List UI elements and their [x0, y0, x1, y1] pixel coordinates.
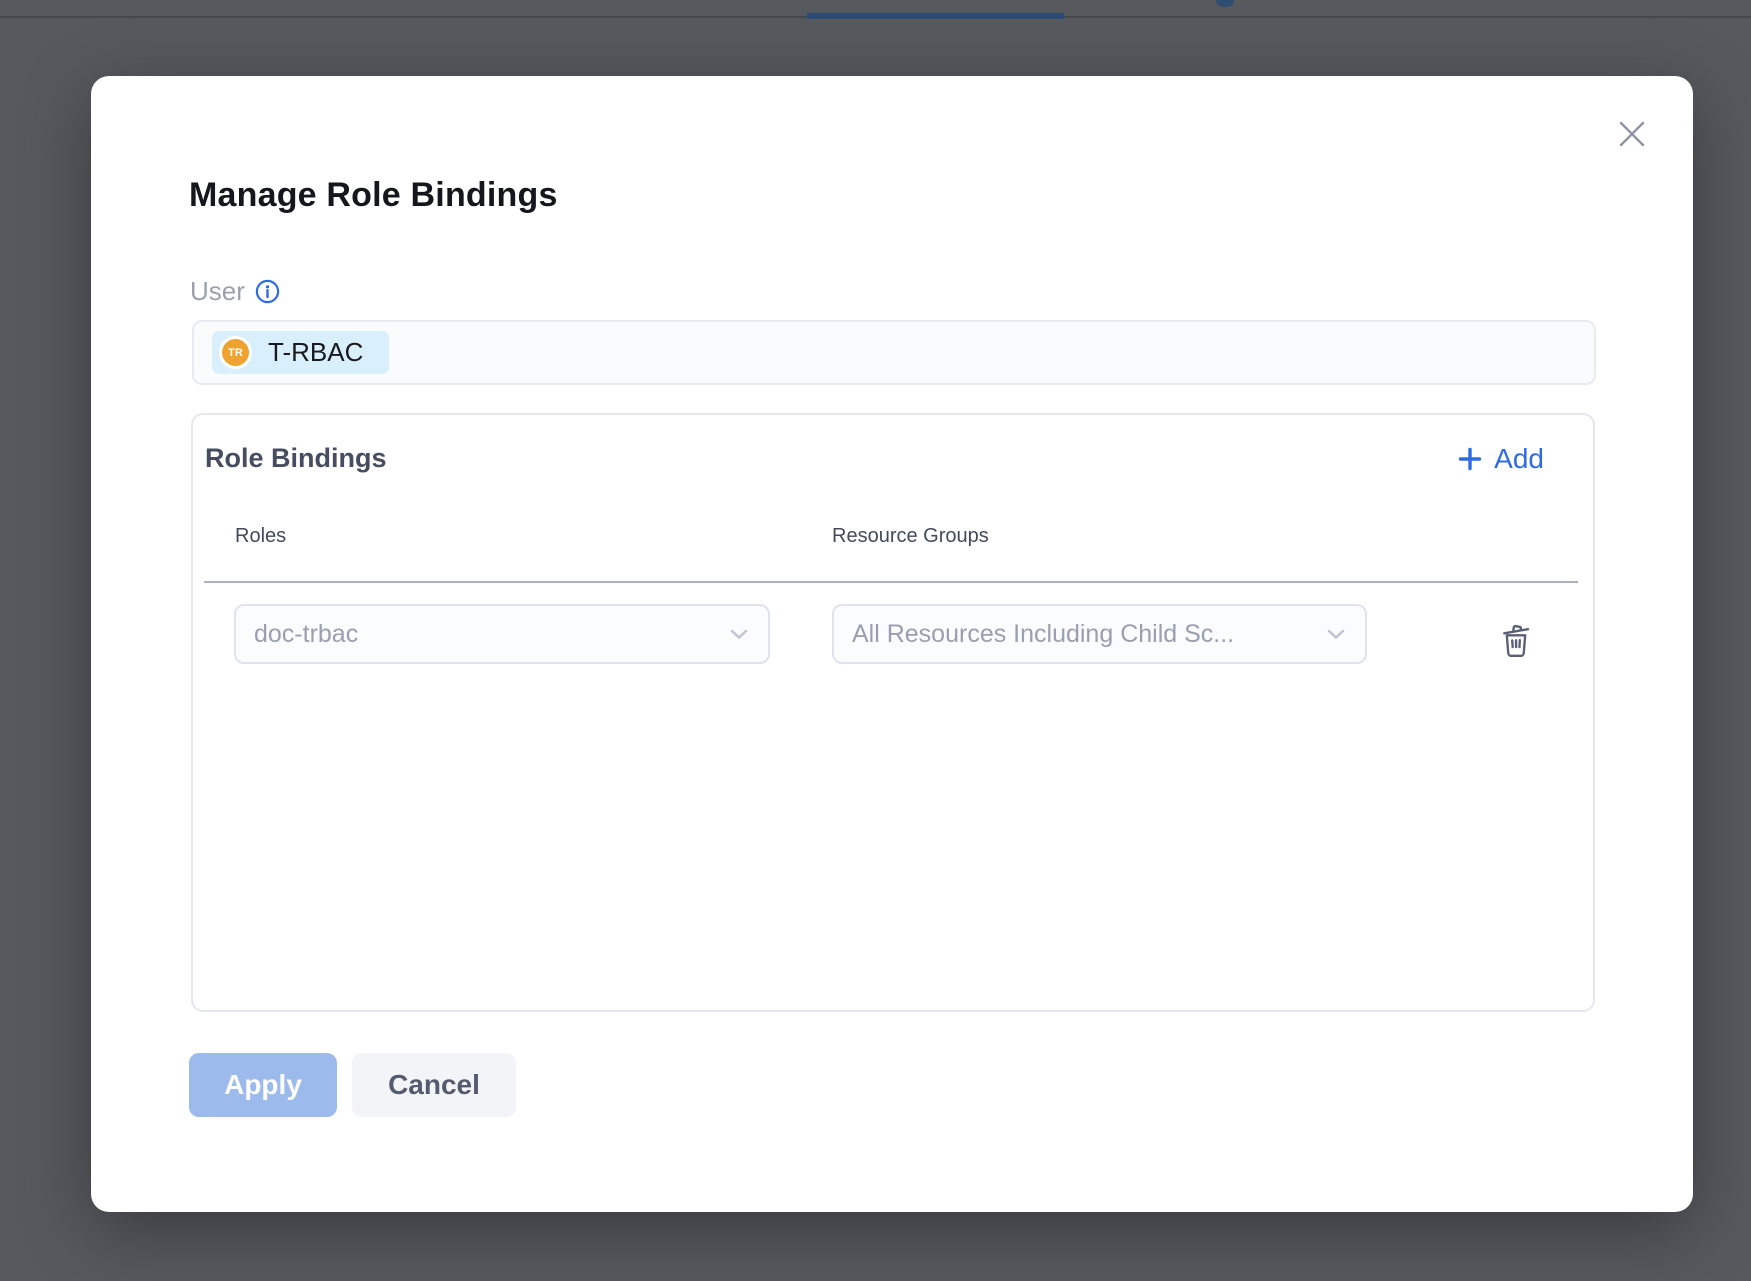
plus-icon	[1457, 446, 1483, 472]
role-bindings-panel: Role Bindings Add Roles Resource Groups …	[191, 413, 1595, 1012]
apply-button[interactable]: Apply	[189, 1053, 337, 1117]
user-tag-label: T-RBAC	[268, 337, 363, 368]
header-divider	[204, 581, 1578, 583]
role-select-value: doc-trbac	[254, 620, 716, 649]
add-button-label: Add	[1494, 443, 1544, 475]
resource-group-select[interactable]: All Resources Including Child Sc...	[832, 604, 1367, 664]
user-input[interactable]: TR T-RBAC	[192, 320, 1596, 385]
cancel-button[interactable]: Cancel	[352, 1053, 516, 1117]
close-button[interactable]	[1604, 106, 1660, 162]
trash-icon	[1497, 619, 1535, 659]
chevron-down-icon	[1325, 627, 1347, 641]
background-active-tab-indicator	[807, 13, 1064, 19]
resource-group-select-value: All Resources Including Child Sc...	[852, 620, 1313, 649]
user-tag: TR T-RBAC	[212, 331, 389, 374]
column-header-roles: Roles	[235, 525, 286, 548]
add-role-binding-button[interactable]: Add	[1457, 443, 1544, 475]
delete-binding-button[interactable]	[1492, 615, 1540, 663]
column-header-resource-groups: Resource Groups	[832, 525, 989, 548]
background-icon-fragment	[1216, 0, 1234, 7]
dialog-title: Manage Role Bindings	[189, 176, 558, 215]
user-avatar: TR	[222, 339, 249, 366]
chevron-down-icon	[728, 627, 750, 641]
role-bindings-heading: Role Bindings	[205, 443, 387, 474]
info-icon[interactable]	[255, 279, 280, 304]
close-icon	[1616, 118, 1648, 150]
manage-role-bindings-dialog: Manage Role Bindings User TR T-RBAC Role…	[91, 76, 1693, 1212]
role-select[interactable]: doc-trbac	[234, 604, 770, 664]
user-field-label: User	[190, 276, 245, 307]
